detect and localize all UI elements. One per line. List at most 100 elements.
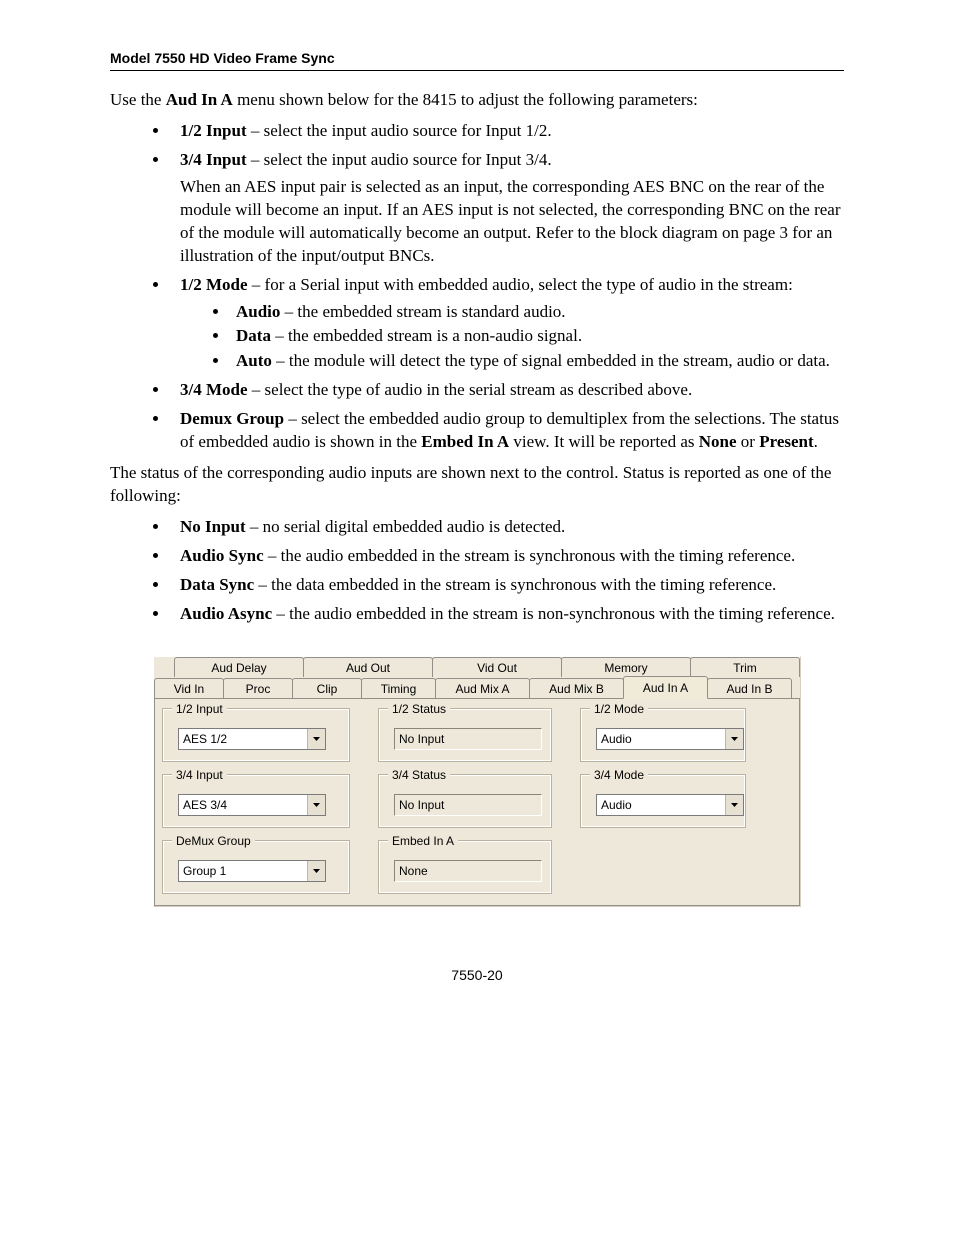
param-demux-text-mid: view. It will be reported as — [509, 432, 699, 451]
status-audio-async-text: – the audio embedded in the stream is no… — [272, 604, 835, 623]
status-data-sync: Data Sync – the data embedded in the str… — [170, 574, 844, 597]
tab-proc[interactable]: Proc — [223, 678, 293, 698]
tab-trim[interactable]: Trim — [690, 657, 800, 677]
param-34-input-text: – select the input audio source for Inpu… — [247, 150, 552, 169]
group-34-mode-legend: 3/4 Mode — [590, 768, 648, 782]
mode-option-audio: Audio – the embedded stream is standard … — [230, 301, 844, 324]
param-12-mode-options: Audio – the embedded stream is standard … — [180, 301, 844, 374]
param-12-mode-text: – for a Serial input with embedded audio… — [248, 275, 793, 294]
tab-panel-aud-in-a: 1/2 Input AES 1/2 1/2 Status No Input — [154, 698, 800, 906]
tab-row-lower: Vid In Proc Clip Timing Aud Mix A Aud Mi… — [154, 676, 800, 698]
group-12-mode: 1/2 Mode Audio — [581, 709, 745, 761]
param-12-input-text: – select the input audio source for Inpu… — [247, 121, 552, 140]
tab-timing[interactable]: Timing — [361, 678, 436, 698]
group-demux: DeMux Group Group 1 — [163, 841, 349, 893]
status-audio-sync: Audio Sync – the audio embedded in the s… — [170, 545, 844, 568]
value-embed-in-a: None — [394, 860, 542, 882]
tab-aud-mix-a[interactable]: Aud Mix A — [435, 678, 530, 698]
param-12-input: 1/2 Input – select the input audio sourc… — [170, 120, 844, 143]
param-12-input-label: 1/2 Input — [180, 121, 247, 140]
group-12-status: 1/2 Status No Input — [379, 709, 551, 761]
status-data-sync-label: Data Sync — [180, 575, 254, 594]
select-34-mode[interactable]: Audio — [596, 794, 744, 816]
chevron-down-icon[interactable] — [725, 729, 743, 749]
group-12-mode-legend: 1/2 Mode — [590, 702, 648, 716]
mode-option-data: Data – the embedded stream is a non-audi… — [230, 325, 844, 348]
group-34-status-legend: 3/4 Status — [388, 768, 450, 782]
header-rule — [110, 70, 844, 71]
value-34-status: No Input — [394, 794, 542, 816]
status-list: No Input – no serial digital embedded au… — [110, 516, 844, 626]
mode-option-auto-label: Auto — [236, 351, 272, 370]
param-demux-text-end: . — [814, 432, 818, 451]
param-demux-text-present: Present — [759, 432, 813, 451]
mode-option-data-text: – the embedded stream is a non-audio sig… — [271, 326, 582, 345]
mode-option-auto: Auto – the module will detect the type o… — [230, 350, 844, 373]
group-34-mode: 3/4 Mode Audio — [581, 775, 745, 827]
select-12-mode[interactable]: Audio — [596, 728, 744, 750]
intro-lead-prefix: Use the — [110, 90, 166, 109]
status-audio-async-label: Audio Async — [180, 604, 272, 623]
chevron-down-icon[interactable] — [307, 861, 325, 881]
aud-in-a-panel: Aud Delay Aud Out Vid Out Memory Trim Vi… — [153, 656, 801, 907]
tab-strip: Aud Delay Aud Out Vid Out Memory Trim Vi… — [154, 657, 800, 906]
mode-option-auto-text: – the module will detect the type of sig… — [272, 351, 830, 370]
tab-aud-in-b[interactable]: Aud In B — [707, 678, 792, 698]
status-no-input-text: – no serial digital embedded audio is de… — [246, 517, 566, 536]
tab-vid-out[interactable]: Vid Out — [432, 657, 562, 677]
tab-vid-in[interactable]: Vid In — [154, 678, 224, 698]
param-34-mode-text: – select the type of audio in the serial… — [248, 380, 693, 399]
running-header: Model 7550 HD Video Frame Sync — [110, 50, 844, 66]
param-demux-text-or: or — [737, 432, 760, 451]
select-demux[interactable]: Group 1 — [178, 860, 326, 882]
select-demux-value: Group 1 — [179, 861, 307, 881]
select-34-mode-value: Audio — [597, 795, 725, 815]
select-12-mode-value: Audio — [597, 729, 725, 749]
status-data-sync-text: – the data embedded in the stream is syn… — [254, 575, 776, 594]
tab-clip[interactable]: Clip — [292, 678, 362, 698]
group-12-status-legend: 1/2 Status — [388, 702, 450, 716]
select-34-input[interactable]: AES 3/4 — [178, 794, 326, 816]
parameters-list: 1/2 Input – select the input audio sourc… — [110, 120, 844, 454]
param-34-input: 3/4 Input – select the input audio sourc… — [170, 149, 844, 268]
tab-aud-mix-b[interactable]: Aud Mix B — [529, 678, 624, 698]
select-12-input-value: AES 1/2 — [179, 729, 307, 749]
group-12-input-legend: 1/2 Input — [172, 702, 227, 716]
param-12-mode: 1/2 Mode – for a Serial input with embed… — [170, 274, 844, 374]
group-34-input: 3/4 Input AES 3/4 — [163, 775, 349, 827]
tab-aud-delay[interactable]: Aud Delay — [174, 657, 304, 677]
select-12-input[interactable]: AES 1/2 — [178, 728, 326, 750]
intro-lead-bold: Aud In A — [166, 90, 233, 109]
status-no-input-label: No Input — [180, 517, 246, 536]
tab-memory[interactable]: Memory — [561, 657, 691, 677]
chevron-down-icon[interactable] — [307, 795, 325, 815]
group-34-status: 3/4 Status No Input — [379, 775, 551, 827]
page-footer: 7550-20 — [110, 967, 844, 983]
value-12-status: No Input — [394, 728, 542, 750]
group-34-input-legend: 3/4 Input — [172, 768, 227, 782]
chevron-down-icon[interactable] — [307, 729, 325, 749]
tab-row-upper: Aud Delay Aud Out Vid Out Memory Trim — [154, 657, 800, 677]
param-demux-text-bold: Embed In A — [421, 432, 509, 451]
status-audio-async: Audio Async – the audio embedded in the … — [170, 603, 844, 626]
param-demux-label: Demux Group — [180, 409, 284, 428]
intro-paragraph: Use the Aud In A menu shown below for th… — [110, 89, 844, 112]
mode-option-data-label: Data — [236, 326, 271, 345]
tab-aud-in-a[interactable]: Aud In A — [623, 676, 708, 699]
param-demux-group: Demux Group – select the embedded audio … — [170, 408, 844, 454]
group-embed-in-a: Embed In A None — [379, 841, 551, 893]
param-34-mode: 3/4 Mode – select the type of audio in t… — [170, 379, 844, 402]
tab-aud-out[interactable]: Aud Out — [303, 657, 433, 677]
mode-option-audio-text: – the embedded stream is standard audio. — [280, 302, 565, 321]
param-34-input-label: 3/4 Input — [180, 150, 247, 169]
group-demux-legend: DeMux Group — [172, 834, 255, 848]
param-demux-text-none: None — [699, 432, 737, 451]
status-audio-sync-text: – the audio embedded in the stream is sy… — [264, 546, 796, 565]
status-no-input: No Input – no serial digital embedded au… — [170, 516, 844, 539]
select-34-input-value: AES 3/4 — [179, 795, 307, 815]
mode-option-audio-label: Audio — [236, 302, 280, 321]
status-intro: The status of the corresponding audio in… — [110, 462, 844, 508]
chevron-down-icon[interactable] — [725, 795, 743, 815]
param-34-input-note: When an AES input pair is selected as an… — [180, 176, 844, 268]
group-12-input: 1/2 Input AES 1/2 — [163, 709, 349, 761]
